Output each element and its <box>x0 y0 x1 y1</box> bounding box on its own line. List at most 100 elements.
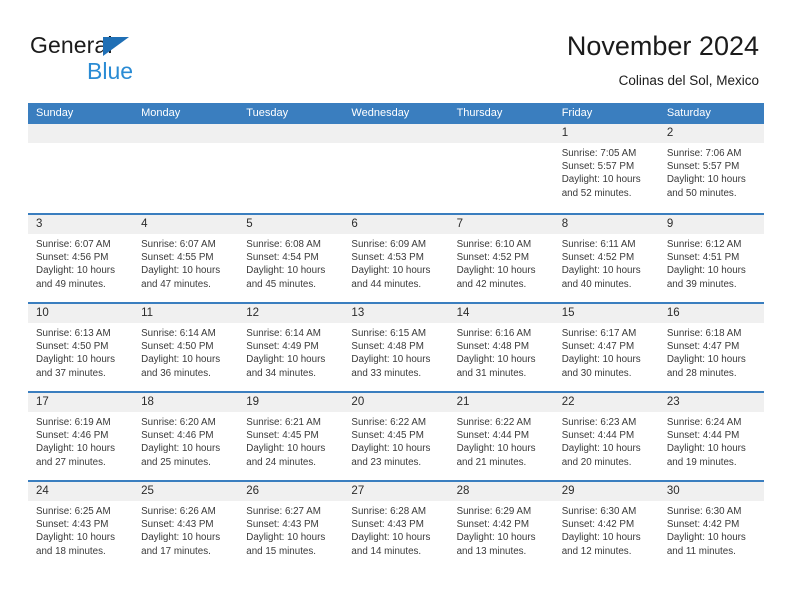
calendar-day-cell[interactable]: 19 Sunrise: 6:21 AM Sunset: 4:45 PM Dayligh… <box>238 393 344 480</box>
calendar-day-cell[interactable]: 20 Sunrise: 6:22 AM Sunset: 4:45 PM Dayligh… <box>343 393 449 480</box>
day-number-band <box>28 124 134 143</box>
day-detail-line: Sunrise: 6:07 AM <box>141 239 216 250</box>
calendar-day-cell[interactable]: 24 Sunrise: 6:25 AM Sunset: 4:43 PM Dayligh… <box>28 482 134 569</box>
day-detail-line: Daylight: 10 hours <box>456 354 536 366</box>
day-detail-line: and 17 minutes. <box>141 545 211 557</box>
calendar-day-cell[interactable]: 29 Sunrise: 6:30 AM Sunset: 4:42 PM Dayligh… <box>553 482 659 569</box>
day-detail-line: Sunset: 4:50 PM <box>141 341 214 353</box>
calendar-day-cell[interactable]: 8 Sunrise: 6:11 AM Sunset: 4:52 PM Daylight… <box>553 215 659 302</box>
calendar-day-cell[interactable]: 6 Sunrise: 6:09 AM Sunset: 4:53 PM Daylight… <box>343 215 449 302</box>
calendar-day-cell[interactable]: 30 Sunrise: 6:30 AM Sunset: 4:42 PM Dayligh… <box>658 482 764 569</box>
day-detail-body: Sunrise: 6:29 AM Sunset: 4:42 PM Daylight:… <box>449 501 554 558</box>
day-detail-line: and 25 minutes. <box>141 456 211 468</box>
day-detail-line: and 27 minutes. <box>36 456 106 468</box>
day-detail-body: Sunrise: 6:26 AM Sunset: 4:43 PM Daylight:… <box>133 501 238 558</box>
calendar-week-row: 24 Sunrise: 6:25 AM Sunset: 4:43 PM Dayligh… <box>28 480 764 569</box>
day-detail-line: Sunrise: 6:12 AM <box>666 239 742 250</box>
day-number: 21 <box>456 396 470 408</box>
calendar-day-cell[interactable]: 12 Sunrise: 6:14 AM Sunset: 4:49 PM Dayligh… <box>238 304 344 391</box>
calendar-day-cell[interactable]: 10 Sunrise: 6:13 AM Sunset: 4:50 PM Dayligh… <box>28 304 134 391</box>
day-detail-line: Daylight: 10 hours <box>561 265 641 277</box>
calendar-day-cell[interactable]: 17 Sunrise: 6:19 AM Sunset: 4:46 PM Dayligh… <box>28 393 134 480</box>
day-detail-body: Sunrise: 6:17 AM Sunset: 4:47 PM Daylight:… <box>554 323 659 380</box>
day-number: 15 <box>561 307 575 319</box>
day-number: 9 <box>666 218 674 230</box>
day-number: 3 <box>36 218 43 230</box>
day-detail-line: Sunrise: 6:13 AM <box>36 328 111 339</box>
day-number-band: 21 <box>448 393 554 412</box>
calendar-day-cell[interactable]: 16 Sunrise: 6:18 AM Sunset: 4:47 PM Dayligh… <box>658 304 764 391</box>
day-detail-line: and 11 minutes. <box>666 545 736 557</box>
day-detail-body: Sunrise: 6:22 AM Sunset: 4:44 PM Daylight:… <box>449 412 554 469</box>
day-number: 1 <box>561 127 569 139</box>
day-number: 6 <box>351 218 358 230</box>
day-detail-line: Sunset: 5:57 PM <box>666 161 740 173</box>
day-detail-body: Sunrise: 6:09 AM Sunset: 4:53 PM Daylight:… <box>343 234 448 291</box>
day-detail-line: Daylight: 10 hours <box>666 174 746 186</box>
calendar-day-cell[interactable]: 4 Sunrise: 6:07 AM Sunset: 4:55 PM Daylight… <box>133 215 239 302</box>
day-number-band: 2 <box>658 124 764 143</box>
calendar-day-cell[interactable]: 9 Sunrise: 6:12 AM Sunset: 4:51 PM Daylight… <box>658 215 764 302</box>
day-detail-line: Daylight: 10 hours <box>666 443 746 455</box>
day-detail-line: Daylight: 10 hours <box>456 532 536 544</box>
day-number-band: 7 <box>448 215 554 234</box>
calendar-day-cell[interactable]: 15 Sunrise: 6:17 AM Sunset: 4:47 PM Dayligh… <box>553 304 659 391</box>
calendar-day-cell[interactable]: 13 Sunrise: 6:15 AM Sunset: 4:48 PM Dayligh… <box>343 304 449 391</box>
day-detail-line: and 47 minutes. <box>141 278 211 290</box>
day-detail-line: Daylight: 10 hours <box>246 532 326 544</box>
day-number-band: 20 <box>343 393 449 412</box>
day-detail-body: Sunrise: 6:20 AM Sunset: 4:46 PM Daylight:… <box>133 412 238 469</box>
day-detail-line: Sunset: 4:45 PM <box>351 430 424 442</box>
day-number-band: 29 <box>553 482 659 501</box>
calendar-day-cell[interactable]: 26 Sunrise: 6:27 AM Sunset: 4:43 PM Dayligh… <box>238 482 344 569</box>
day-number-band: 15 <box>553 304 659 323</box>
day-detail-body <box>449 143 554 147</box>
day-number-band <box>238 124 344 143</box>
day-detail-line: and 24 minutes. <box>246 456 316 468</box>
calendar-day-cell-empty <box>343 124 449 213</box>
title-block: November 2024 Colinas del Sol, Mexico <box>567 30 759 90</box>
weekday-header-monday: Monday <box>141 107 181 119</box>
day-detail-line: Sunrise: 6:14 AM <box>141 328 216 339</box>
day-detail-line: Sunrise: 6:30 AM <box>666 506 742 517</box>
day-detail-line: Daylight: 10 hours <box>36 443 115 455</box>
day-number: 11 <box>141 307 154 319</box>
calendar-day-cell[interactable]: 27 Sunrise: 6:28 AM Sunset: 4:43 PM Dayligh… <box>343 482 449 569</box>
day-detail-body: Sunrise: 6:18 AM Sunset: 4:47 PM Daylight:… <box>659 323 764 380</box>
day-number: 23 <box>666 396 680 408</box>
calendar-day-cell[interactable]: 3 Sunrise: 6:07 AM Sunset: 4:56 PM Daylight… <box>28 215 134 302</box>
calendar-day-cell[interactable]: 5 Sunrise: 6:08 AM Sunset: 4:54 PM Daylight… <box>238 215 344 302</box>
generalblue-logo[interactable]: General Blue <box>30 32 250 88</box>
calendar-day-cell[interactable]: 2 Sunrise: 7:06 AM Sunset: 5:57 PM Daylight… <box>658 124 764 213</box>
day-detail-line: Daylight: 10 hours <box>36 532 115 544</box>
calendar-day-cell[interactable]: 1 Sunrise: 7:05 AM Sunset: 5:57 PM Daylight… <box>553 124 659 213</box>
weekday-header-thursday: Thursday <box>456 107 503 119</box>
day-number-band: 6 <box>343 215 449 234</box>
day-detail-line: Daylight: 10 hours <box>666 354 746 366</box>
day-detail-line: and 52 minutes. <box>561 187 632 199</box>
day-number: 2 <box>666 127 674 139</box>
day-detail-line: Sunset: 4:43 PM <box>246 519 319 531</box>
calendar-day-cell-empty <box>28 124 134 213</box>
calendar-day-cell[interactable]: 25 Sunrise: 6:26 AM Sunset: 4:43 PM Dayligh… <box>133 482 239 569</box>
calendar-day-cell[interactable]: 22 Sunrise: 6:23 AM Sunset: 4:44 PM Dayligh… <box>553 393 659 480</box>
calendar-day-cell[interactable]: 23 Sunrise: 6:24 AM Sunset: 4:44 PM Dayligh… <box>658 393 764 480</box>
day-detail-line: Sunset: 4:53 PM <box>351 252 424 264</box>
day-detail-body: Sunrise: 7:05 AM Sunset: 5:57 PM Daylight:… <box>554 143 659 200</box>
day-detail-line: Daylight: 10 hours <box>561 354 641 366</box>
day-detail-body: Sunrise: 6:14 AM Sunset: 4:50 PM Daylight:… <box>133 323 238 380</box>
logo-triangle-icon <box>103 37 129 56</box>
calendar-day-cell[interactable]: 28 Sunrise: 6:29 AM Sunset: 4:42 PM Dayligh… <box>448 482 554 569</box>
day-detail-line: and 15 minutes. <box>246 545 316 557</box>
calendar-week-row: 3 Sunrise: 6:07 AM Sunset: 4:56 PM Daylight… <box>28 213 764 302</box>
calendar-day-cell[interactable]: 18 Sunrise: 6:20 AM Sunset: 4:46 PM Dayligh… <box>133 393 239 480</box>
day-number-band: 13 <box>343 304 449 323</box>
calendar-day-cell[interactable]: 11 Sunrise: 6:14 AM Sunset: 4:50 PM Dayligh… <box>133 304 239 391</box>
day-number: 19 <box>246 396 260 408</box>
weekday-header-saturday: Saturday <box>666 107 711 119</box>
calendar-day-cell[interactable]: 7 Sunrise: 6:10 AM Sunset: 4:52 PM Daylight… <box>448 215 554 302</box>
day-number-band: 25 <box>133 482 239 501</box>
calendar-day-cell[interactable]: 14 Sunrise: 6:16 AM Sunset: 4:48 PM Dayligh… <box>448 304 554 391</box>
calendar-day-cell[interactable]: 21 Sunrise: 6:22 AM Sunset: 4:44 PM Dayligh… <box>448 393 554 480</box>
day-number-band: 28 <box>448 482 554 501</box>
